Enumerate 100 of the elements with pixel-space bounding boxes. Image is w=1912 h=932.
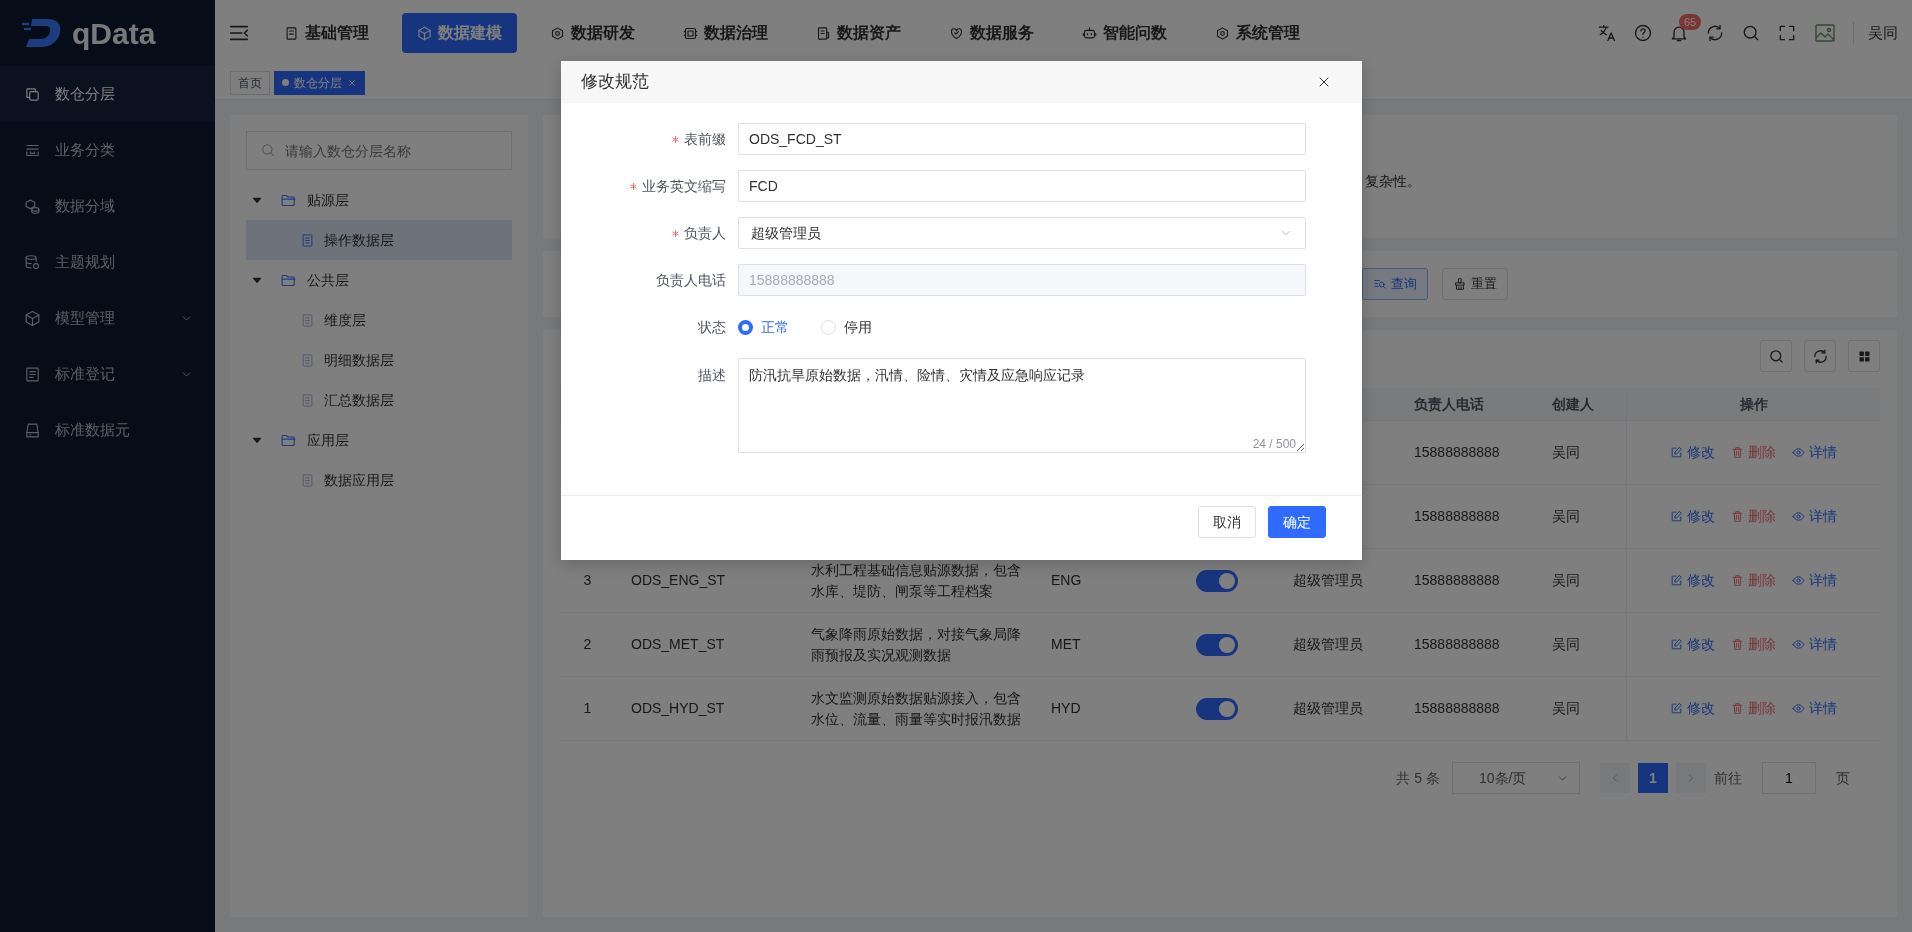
nav-tab[interactable]: 数据服务 [934,13,1049,53]
columns-button[interactable] [1848,340,1880,372]
view-link[interactable]: 详情 [1792,570,1837,591]
sidebar-item[interactable]: 数仓分层 [0,66,215,122]
sidebar-item[interactable]: 数据分域 [0,178,215,234]
view-link[interactable]: 详情 [1792,634,1837,655]
status-toggle[interactable] [1195,697,1238,720]
delete-link[interactable]: 删除 [1731,442,1776,463]
column-header: 负责人电话 [1414,394,1484,414]
nav-tab[interactable]: 智能问数 [1067,13,1182,53]
trash-icon [1731,510,1744,523]
tree-node[interactable]: 应用层 [246,420,512,460]
database-icon [24,253,41,271]
text-field[interactable]: ODS_FCD_ST [738,123,1306,155]
table-cell-text: 2 [583,635,592,654]
page-number[interactable]: 1 [1638,763,1668,793]
tree-node[interactable]: 公共层 [246,260,512,300]
column-header: 操作 [1739,394,1768,414]
tree-node[interactable]: 贴源层 [246,180,512,220]
confirm-button[interactable]: 确定 [1268,506,1326,538]
edit-icon [1670,638,1683,651]
field-label: 表前缀 [684,129,726,149]
broken-image-icon[interactable] [1813,21,1837,45]
nav-tab[interactable]: 数据建模 [402,13,517,53]
page-size-select[interactable]: 10条/页 [1452,762,1580,794]
search-form-button[interactable]: 重置 [1442,268,1508,300]
info-text: 复杂性。 [1365,172,1421,191]
search-form-button[interactable]: 查询 [1362,268,1428,300]
active-dot [282,79,289,86]
table-cell-text: 水文监测原始数据贴源接入，包含水位、流量、雨量等实时报汛数据 [811,688,1022,729]
page-tab[interactable]: 首页 [230,70,270,95]
tree-node[interactable]: 操作数据层 [246,220,512,260]
field-label: 负责人电话 [656,270,726,290]
status-toggle[interactable] [1195,569,1238,592]
view-link[interactable]: 详情 [1792,506,1837,527]
view-link[interactable]: 详情 [1792,442,1837,463]
file-icon [300,472,315,488]
tree-search-field[interactable]: 请输入数仓分层名称 [246,131,512,170]
nav-tab[interactable]: 系统管理 [1200,13,1315,53]
tree-node[interactable]: 汇总数据层 [246,380,512,420]
owner-select[interactable]: 超级管理员 [738,217,1306,249]
edit-link[interactable]: 修改 [1670,506,1715,527]
sidebar-item[interactable]: 业务分类 [0,122,215,178]
table-cell-text: 15888888888 [1414,635,1500,654]
translate-icon[interactable] [1597,23,1617,43]
nav-tab[interactable]: 数据资产 [801,13,916,53]
table-cell-text: 1 [583,699,592,718]
refresh-icon[interactable] [1705,23,1725,43]
table-cell-text: MET [1051,635,1081,654]
cancel-button[interactable]: 取消 [1198,506,1256,538]
view-link[interactable]: 详情 [1792,698,1837,719]
tree-node[interactable]: 明细数据层 [246,340,512,380]
list-icon [24,365,41,383]
text-field[interactable]: FCD [738,170,1306,202]
table-cell-text: 超级管理员 [1293,635,1363,654]
user-name[interactable]: 吴同 [1853,21,1898,45]
fullscreen-icon[interactable] [1777,23,1797,43]
nav-tab[interactable]: 数据研发 [535,13,650,53]
table-cell-text: 吴同 [1552,635,1580,654]
sidebar-item[interactable]: 主题规划 [0,234,215,290]
refresh-button[interactable] [1804,340,1836,372]
table-cell-text: 15888888888 [1414,443,1500,462]
table-cell-text: ODS_ENG_ST [631,571,726,590]
cubes-icon [24,197,41,215]
search-button[interactable] [1760,340,1792,372]
page-input[interactable]: 1 [1762,762,1816,794]
nav-tab[interactable]: 基础管理 [269,13,384,53]
delete-link[interactable]: 删除 [1731,698,1776,719]
delete-link[interactable]: 删除 [1731,506,1776,527]
sidebar-item[interactable]: 标准登记 [0,346,215,402]
search-icon[interactable] [1741,23,1761,43]
status-radio[interactable]: 停用 [821,316,872,338]
character-counter: 24 / 500 [1252,436,1296,453]
delete-link[interactable]: 删除 [1731,570,1776,591]
delete-link[interactable]: 删除 [1731,634,1776,655]
sidebar-item[interactable]: 标准数据元 [0,402,215,458]
file-icon [300,392,315,408]
edit-link[interactable]: 修改 [1670,442,1715,463]
robot-icon [1082,25,1097,41]
grid-icon [1856,348,1872,364]
logo-text: qData [72,15,156,52]
table-cell-text: ODS_HYD_ST [631,699,725,718]
status-radio[interactable]: 正常 [738,316,789,338]
page-tab[interactable]: 数仓分层 [274,70,365,95]
status-toggle[interactable] [1195,633,1238,656]
edit-link[interactable]: 修改 [1670,634,1715,655]
search-list-icon [1373,277,1387,291]
nav-tab[interactable]: 数据治理 [668,13,783,53]
edit-link[interactable]: 修改 [1670,698,1715,719]
eye-icon [1792,446,1805,459]
edit-icon [1670,446,1683,459]
tree-node[interactable]: 数据应用层 [246,460,512,500]
tree-node[interactable]: 维度层 [246,300,512,340]
table-cell-text: 超级管理员 [1293,699,1363,718]
dialog-title: 修改规范 [581,71,649,94]
table-cell-text: 15888888888 [1414,699,1500,718]
table-cell-text: 3 [583,571,592,590]
sidebar-item[interactable]: 模型管理 [0,290,215,346]
help-icon[interactable] [1633,23,1653,43]
edit-link[interactable]: 修改 [1670,570,1715,591]
